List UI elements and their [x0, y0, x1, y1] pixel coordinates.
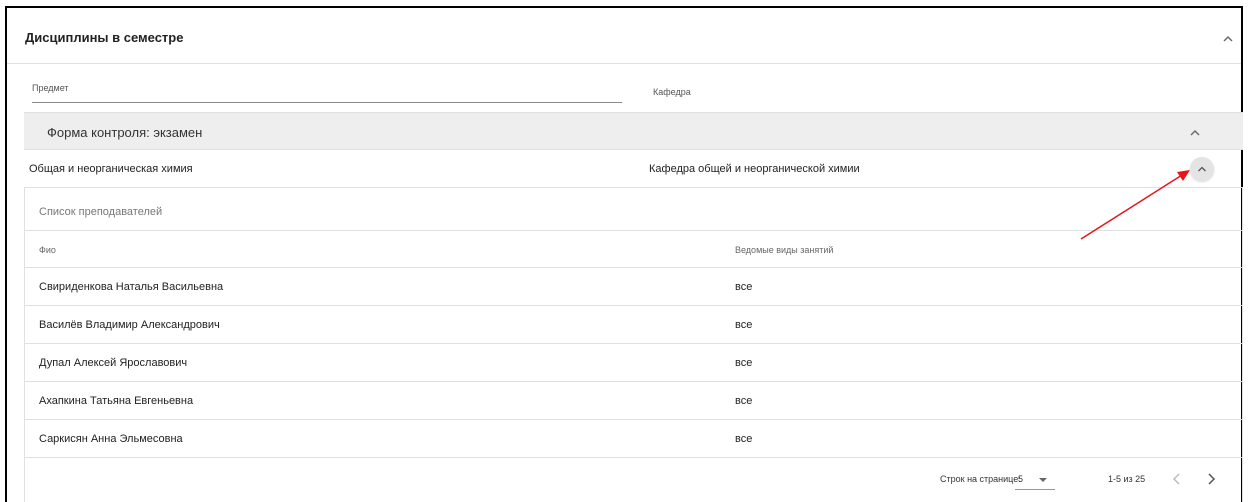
- discipline-row[interactable]: Общая и неорганическая химия Кафедра общ…: [24, 150, 1243, 188]
- column-header-name[interactable]: Фио: [39, 245, 56, 255]
- control-form-group-header[interactable]: Форма контроля: экзамен: [24, 112, 1243, 150]
- subject-filter-placeholder: Предмет: [32, 83, 69, 93]
- chevron-right-icon: [1208, 473, 1216, 485]
- discipline-department: Кафедра общей и неорганической химии: [649, 163, 860, 175]
- chevron-up-icon[interactable]: [1188, 126, 1202, 140]
- subject-filter-input[interactable]: Предмет: [32, 83, 622, 103]
- table-row[interactable]: Василёв Владимир Александрович все: [25, 306, 1242, 344]
- chevron-up-icon[interactable]: [1221, 32, 1235, 46]
- dropdown-caret-icon: [1039, 478, 1047, 482]
- teacher-name: Ахапкина Татьяна Евгеньевна: [39, 395, 194, 407]
- teachers-title: Список преподавателей: [39, 206, 163, 218]
- teacher-lessons: все: [735, 433, 753, 445]
- disciplines-card: Дисциплины в семестре Предмет Кафедра Фо…: [5, 6, 1243, 502]
- chevron-left-icon: [1172, 473, 1180, 485]
- teachers-panel: Список преподавателей Фио Ведомые виды з…: [24, 188, 1243, 502]
- teacher-lessons: все: [735, 319, 753, 331]
- next-page-button[interactable]: [1201, 469, 1221, 489]
- teacher-name: Василёв Владимир Александрович: [39, 319, 220, 331]
- discipline-name: Общая и неорганическая химия: [29, 163, 193, 175]
- table-row[interactable]: Ахапкина Татьяна Евгеньевна все: [25, 382, 1242, 420]
- page-range: 1-5 из 25: [1108, 474, 1146, 484]
- filters-row: Предмет Кафедра: [7, 65, 1241, 111]
- teacher-name: Дупал Алексей Ярославович: [39, 357, 188, 369]
- teacher-lessons: все: [735, 281, 753, 293]
- teacher-name: Свириденкова Наталья Васильевна: [39, 281, 224, 293]
- group-title: Форма контроля: экзамен: [47, 125, 203, 140]
- table-row[interactable]: Дупал Алексей Ярославович все: [25, 344, 1242, 382]
- prev-page-button[interactable]: [1167, 469, 1187, 489]
- department-filter-input[interactable]: Кафедра: [653, 87, 691, 97]
- teacher-lessons: все: [735, 395, 753, 407]
- rows-per-page-label: Строк на странице:: [940, 474, 1021, 484]
- chevron-up-icon: [1198, 166, 1206, 172]
- rows-per-page-select[interactable]: 5: [1015, 470, 1055, 490]
- collapse-row-button[interactable]: [1190, 157, 1214, 181]
- teacher-name: Саркисян Анна Эльмесовна: [39, 433, 183, 445]
- table-header: Фио Ведомые виды занятий: [25, 230, 1242, 268]
- card-header[interactable]: Дисциплины в семестре: [7, 8, 1241, 64]
- rows-per-page-value: 5: [1018, 474, 1024, 484]
- table-row[interactable]: Свириденкова Наталья Васильевна все: [25, 268, 1242, 306]
- card-title: Дисциплины в семестре: [25, 30, 184, 45]
- column-header-lessons[interactable]: Ведомые виды занятий: [735, 245, 833, 255]
- department-filter-placeholder: Кафедра: [653, 87, 691, 97]
- teacher-lessons: все: [735, 357, 753, 369]
- pagination-bar: Строк на странице: 5 1-5 из 25: [25, 459, 1242, 502]
- table-row[interactable]: Саркисян Анна Эльмесовна все: [25, 420, 1242, 458]
